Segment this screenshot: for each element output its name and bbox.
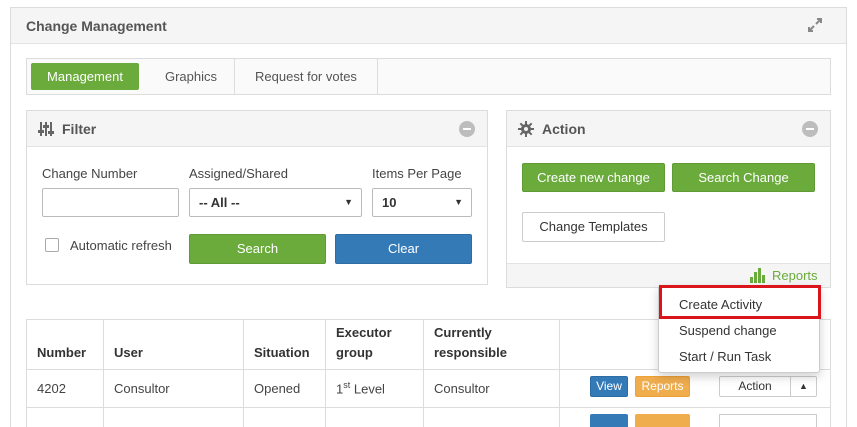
action-footer: Reports: [507, 263, 830, 287]
collapse-icon[interactable]: [802, 121, 818, 137]
tab-management[interactable]: Management: [31, 63, 139, 90]
collapse-icon[interactable]: [459, 121, 475, 137]
row-reports-button[interactable]: [635, 414, 690, 427]
items-per-page-label: Items Per Page: [372, 166, 462, 181]
caret-up-icon[interactable]: ▲: [790, 376, 817, 397]
filter-header: Filter: [27, 111, 487, 147]
filter-panel: Filter Change Number Assigned/Shared -- …: [26, 110, 488, 285]
cell-executor-group: 1st Level: [325, 369, 424, 408]
col-situation: Situation: [243, 319, 326, 370]
tab-bar: Management Graphics Request for votes: [26, 58, 831, 95]
tab-request-for-votes[interactable]: Request for votes: [235, 59, 378, 94]
assigned-select[interactable]: -- All -- ▼: [189, 188, 362, 217]
assigned-value: -- All --: [199, 195, 240, 210]
page-title: Change Management: [26, 18, 167, 34]
panel-header: Change Management: [11, 8, 846, 44]
expand-icon[interactable]: [806, 16, 824, 34]
menu-item-suspend-change[interactable]: Suspend change: [679, 323, 777, 338]
clear-button[interactable]: Clear: [335, 234, 472, 264]
search-button[interactable]: Search: [189, 234, 326, 264]
chevron-down-icon: ▼: [344, 197, 353, 207]
chevron-down-icon: ▼: [454, 197, 463, 207]
action-panel: Action Create new change Search Change C…: [506, 110, 831, 288]
cell-user: Consultor: [103, 369, 244, 408]
col-user: User: [103, 319, 244, 370]
group-name: Level: [350, 381, 385, 397]
bar-chart-icon: [750, 268, 765, 283]
assigned-label: Assigned/Shared: [189, 166, 289, 181]
create-new-change-button[interactable]: Create new change: [522, 163, 665, 192]
items-per-page-select[interactable]: 10 ▼: [372, 188, 472, 217]
action-header: Action: [507, 111, 830, 147]
reports-link[interactable]: Reports: [772, 268, 818, 283]
tab-graphics[interactable]: Graphics: [148, 59, 235, 94]
table-row: 4202 Consultor Opened 1st Level Consulto…: [26, 369, 831, 408]
cell-number: 4202: [26, 369, 104, 408]
col-executor-group: Executor group: [325, 319, 424, 370]
change-templates-button[interactable]: Change Templates: [522, 212, 665, 242]
table-row: [26, 407, 831, 427]
filter-title: Filter: [62, 121, 97, 137]
col-number: Number: [26, 319, 104, 370]
auto-refresh-label: Automatic refresh: [70, 238, 172, 253]
action-title: Action: [542, 121, 586, 137]
row-action-button[interactable]: Action: [719, 376, 791, 397]
cell-situation: Opened: [243, 369, 326, 408]
view-button[interactable]: View: [590, 376, 628, 397]
auto-refresh-checkbox[interactable]: [45, 238, 59, 252]
col-currently-responsible: Currently responsible: [423, 319, 560, 370]
row-reports-button[interactable]: Reports: [635, 376, 690, 397]
menu-item-start-run-task[interactable]: Start / Run Task: [679, 349, 771, 364]
change-number-label: Change Number: [42, 166, 138, 181]
row-action-button[interactable]: [719, 414, 817, 427]
change-number-input[interactable]: [42, 188, 179, 217]
highlight-box: [659, 285, 821, 319]
search-change-button[interactable]: Search Change: [672, 163, 815, 192]
gear-icon: [518, 121, 534, 137]
view-button[interactable]: [590, 414, 628, 427]
sliders-icon: [38, 122, 54, 136]
cell-responsible: Consultor: [423, 369, 560, 408]
items-per-page-value: 10: [382, 195, 397, 210]
